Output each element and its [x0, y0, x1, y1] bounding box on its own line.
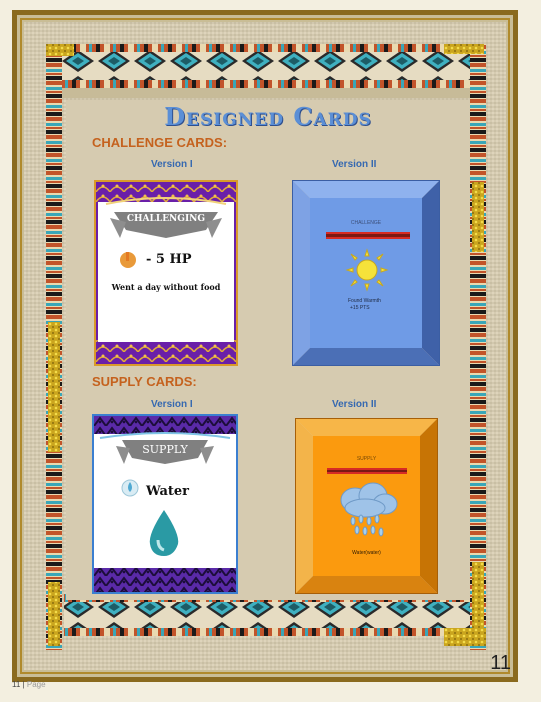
challenge-v1-banner: CHALLENGING — [126, 214, 206, 224]
challenge-v2-line1: Found Warmth — [348, 298, 381, 304]
footer-number: 11 — [12, 680, 21, 689]
challenge-v2-label: CHALLENGE — [350, 220, 382, 226]
page-footer: 11 | Page — [12, 680, 46, 689]
page-title: Designed Cards — [164, 102, 372, 131]
supply-version-2-label: Version II — [332, 399, 377, 410]
page-number: 11 — [490, 652, 511, 674]
supply-card-v2: SUPPLY Water(water) — [295, 418, 438, 594]
challenge-version-1-label: Version I — [151, 159, 193, 170]
supply-v2-label: SUPPLY — [356, 456, 377, 462]
supply-version-1-label: Version I — [151, 399, 193, 410]
challenge-card-v1-art — [96, 182, 236, 364]
supply-v2-text: Water(water) — [352, 550, 381, 556]
supply-card-v1: SUPPLY Water — [92, 414, 238, 594]
challenge-card-v2: CHALLENGE Found Warmth +15 PTS — [292, 180, 440, 366]
challenge-v1-hp: - 5 HP — [146, 252, 192, 267]
supply-v1-item: Water — [146, 484, 190, 499]
supply-section-heading: SUPPLY CARDS: — [92, 374, 197, 389]
challenge-version-2-label: Version II — [332, 159, 377, 170]
challenge-card-v2-art — [292, 180, 440, 366]
footer-word: Page — [26, 680, 46, 689]
challenge-card-v1: CHALLENGING - 5 HP Went a day without fo… — [94, 180, 238, 366]
supply-v1-banner: SUPPLY — [142, 443, 188, 456]
challenge-section-heading: CHALLENGE CARDS: — [92, 135, 228, 150]
supply-card-v2-art — [295, 418, 438, 594]
challenge-v2-line2: +15 PTS — [350, 305, 370, 311]
challenge-v1-text: Went a day without food — [111, 282, 221, 292]
footer-separator: | — [22, 680, 25, 689]
